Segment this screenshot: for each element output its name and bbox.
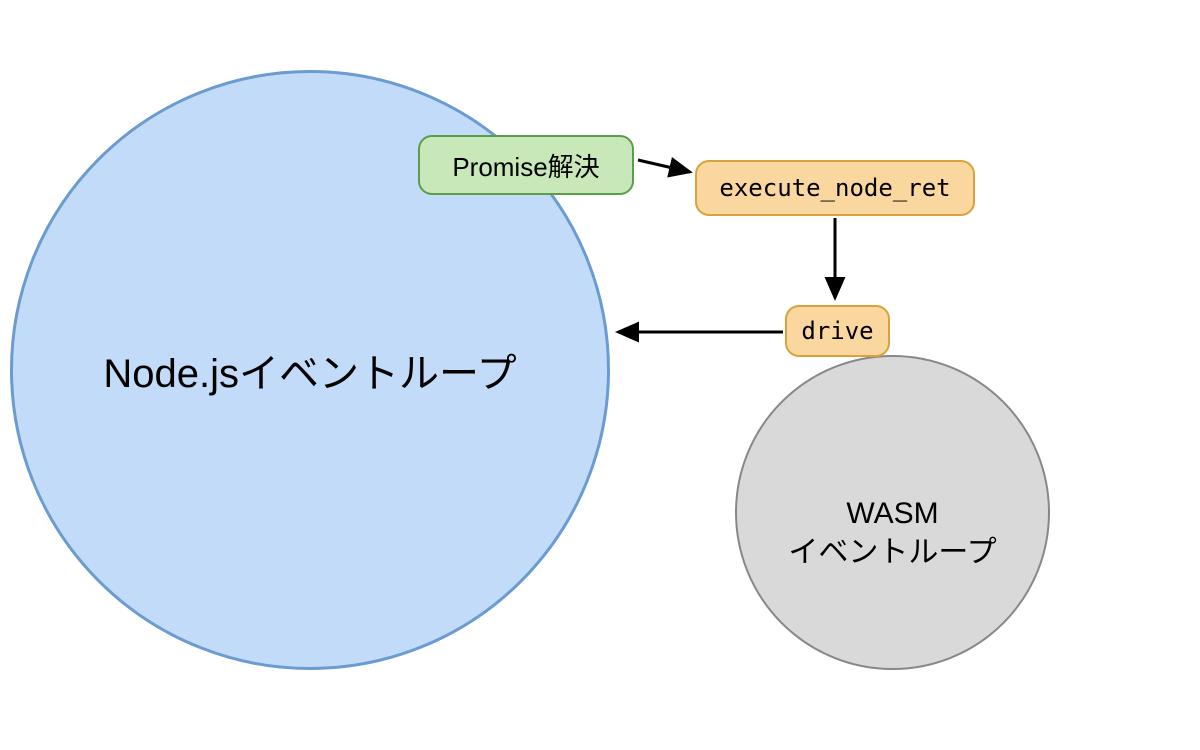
execute-node-ret-box: execute_node_ret [695, 160, 975, 216]
wasm-label-line1: WASM [846, 497, 938, 530]
drive-label: drive [801, 317, 873, 345]
arrow-promise-to-execute [638, 160, 690, 172]
drive-box: drive [785, 305, 890, 357]
promise-resolve-box: Promise解決 [418, 135, 634, 195]
promise-resolve-label: Promise解決 [452, 147, 599, 184]
nodejs-event-loop-label: Node.jsイベントループ [103, 341, 516, 399]
wasm-event-loop-circle: WASM イベントループ [735, 355, 1050, 670]
wasm-event-loop-label: WASM イベントループ [788, 494, 996, 572]
wasm-label-line2: イベントループ [788, 536, 996, 569]
execute-node-ret-label: execute_node_ret [719, 174, 950, 202]
